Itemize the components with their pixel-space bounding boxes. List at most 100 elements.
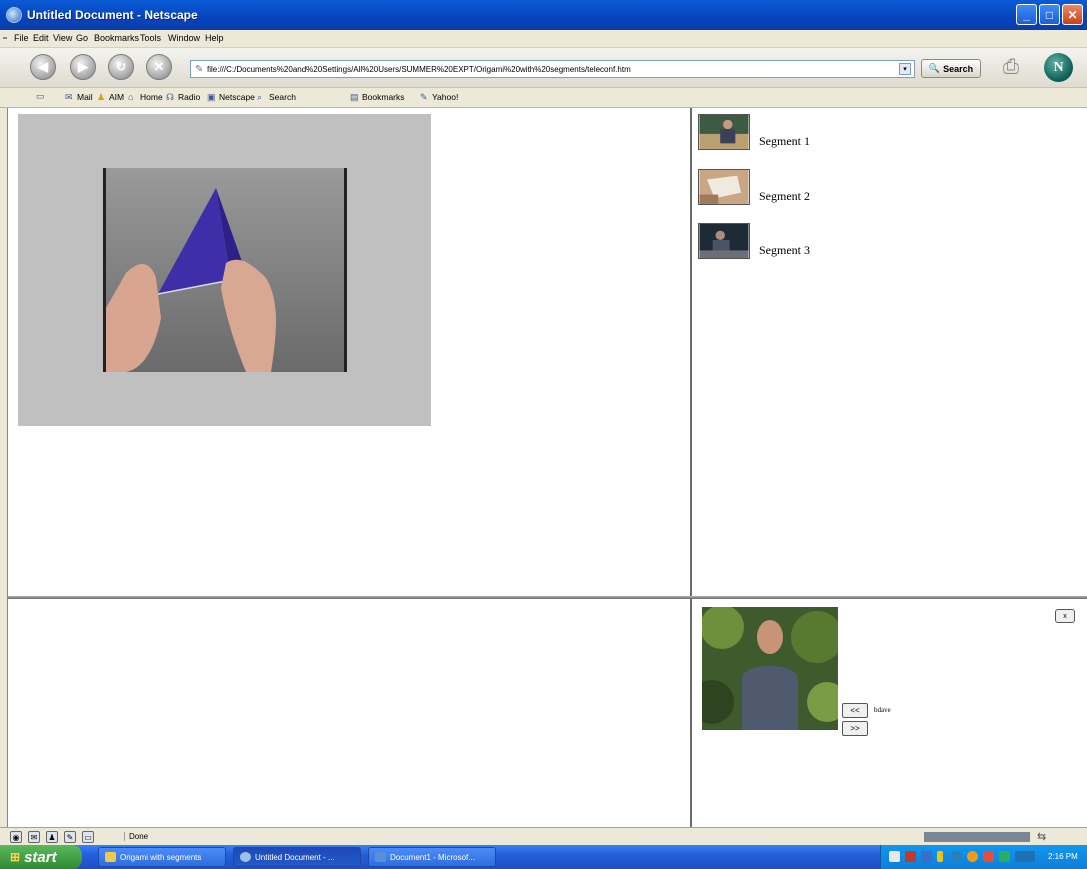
menu-help[interactable]: Help: [205, 33, 224, 43]
yahoo-icon: ✎: [420, 91, 428, 102]
tray-monitor-icon[interactable]: [921, 851, 932, 862]
search-icon: ⌕: [257, 91, 263, 102]
minimize-button[interactable]: _: [1016, 4, 1037, 25]
personal-item-tabs[interactable]: ▭: [36, 92, 46, 101]
personal-item-home[interactable]: ⌂ Home: [128, 92, 163, 102]
segment-item[interactable]: Segment 1: [698, 114, 998, 154]
back-button[interactable]: ◀: [30, 54, 56, 80]
menu-window[interactable]: Window: [168, 33, 200, 43]
segment-2-thumbnail[interactable]: [698, 169, 750, 205]
search-button[interactable]: 🔍 Search: [921, 59, 981, 78]
navigator-icon[interactable]: ◉: [10, 831, 22, 843]
task-label: Untitled Document - ...: [255, 852, 335, 862]
reload-button[interactable]: ↻: [108, 54, 134, 80]
tray-network-icon[interactable]: [905, 851, 916, 862]
composer-icon[interactable]: ✎: [64, 831, 76, 843]
menu-grip[interactable]: [3, 37, 7, 39]
status-bar: ◉ ✉ ♟ ✎ ▭ Done ⇆: [0, 827, 1087, 845]
tray-volume-icon[interactable]: [999, 851, 1010, 862]
personal-item-radio[interactable]: ☊ Radio: [166, 92, 200, 102]
next-button[interactable]: >>: [842, 721, 868, 736]
window-title: Untitled Document - Netscape: [27, 8, 198, 22]
segment-3-thumbnail[interactable]: [698, 223, 750, 259]
menu-tools[interactable]: Tools: [140, 33, 161, 43]
page-icon: ✎: [195, 64, 204, 75]
tray-pen-icon[interactable]: [889, 851, 900, 862]
netscape-app-icon: [6, 7, 22, 23]
mail-icon: ✉: [65, 91, 73, 102]
netscape-window: Untitled Document - Netscape _ □ ✕ File …: [0, 0, 1087, 869]
personal-item-yahoo[interactable]: ✎ Yahoo!: [420, 92, 458, 102]
close-button[interactable]: ✕: [1062, 4, 1083, 25]
title-bar[interactable]: Untitled Document - Netscape _ □ ✕: [0, 0, 1087, 30]
personal-item-netscape[interactable]: ▣ Netscape: [207, 92, 255, 102]
participant-label: bdave: [874, 706, 891, 714]
tray-bulb-icon[interactable]: [937, 851, 943, 862]
task-word-document[interactable]: Document1 - Microsof...: [368, 847, 496, 867]
personal-item-label: Bookmarks: [362, 92, 405, 102]
address-book-icon[interactable]: ▭: [82, 831, 94, 843]
page-content: Segment 1 Segment 2 Segment 3 << bdave >…: [7, 108, 1087, 827]
video-player[interactable]: [18, 114, 431, 426]
start-label: start: [24, 848, 57, 866]
segment-item[interactable]: Segment 2: [698, 169, 998, 209]
aim-icon[interactable]: ♟: [46, 831, 58, 843]
start-button[interactable]: ⊞ start: [0, 845, 82, 869]
netscape-icon: ▣: [207, 91, 216, 102]
menu-edit[interactable]: Edit: [33, 33, 49, 43]
previous-button[interactable]: <<: [842, 703, 868, 718]
personal-item-label: Mail: [77, 92, 93, 102]
task-origami-folder[interactable]: Origami with segments: [98, 847, 226, 867]
segment-label[interactable]: Segment 1: [759, 134, 810, 149]
menu-view[interactable]: View: [53, 33, 72, 43]
clock[interactable]: 2:16 PM: [1048, 852, 1078, 861]
video-frame-main: [8, 108, 690, 596]
maximize-button[interactable]: □: [1039, 4, 1060, 25]
personal-item-search[interactable]: ⌕ Search: [257, 92, 296, 102]
status-text: Done: [124, 832, 148, 841]
menu-bookmarks[interactable]: Bookmarks: [94, 33, 139, 43]
progress-bar: [924, 832, 1030, 842]
tray-antivirus-icon[interactable]: [983, 851, 994, 862]
tray-sync-icon[interactable]: [951, 851, 962, 862]
netscape-logo[interactable]: N: [1044, 53, 1073, 82]
tray-security-icon[interactable]: [967, 851, 978, 862]
home-tab-icon: ▭: [36, 91, 45, 101]
personal-item-label: Netscape: [219, 92, 255, 102]
mail-icon[interactable]: ✉: [28, 831, 40, 843]
url-bar[interactable]: ✎ ▾: [190, 60, 915, 78]
personal-item-bookmarks[interactable]: ▤ Bookmarks: [350, 92, 405, 102]
personal-item-label: Search: [269, 92, 296, 102]
personal-item-label: Radio: [178, 92, 201, 102]
personal-item-label: AIM: [109, 92, 125, 102]
tray-messenger-icon[interactable]: [1015, 851, 1035, 862]
personal-item-label: Home: [140, 92, 163, 102]
personal-item-mail[interactable]: ✉ Mail: [65, 92, 93, 102]
speaker-video[interactable]: [702, 607, 838, 730]
bookmarks-icon: ▤: [350, 91, 359, 102]
menu-file[interactable]: File: [14, 33, 29, 43]
segment-label[interactable]: Segment 3: [759, 243, 810, 258]
teleconference-frame: << bdave >> x: [692, 599, 1087, 827]
radio-icon: ☊: [166, 91, 174, 102]
stop-button[interactable]: ✕: [146, 54, 172, 80]
print-icon[interactable]: ⎙: [1003, 56, 1019, 79]
task-netscape[interactable]: Untitled Document - ...: [233, 847, 361, 867]
segment-label[interactable]: Segment 2: [759, 189, 810, 204]
folder-icon: [105, 852, 116, 862]
url-dropdown-icon[interactable]: ▾: [899, 63, 911, 75]
personal-item-aim[interactable]: ♟ AIM: [97, 92, 124, 102]
menu-bar: File Edit View Go Bookmarks Tools Window…: [0, 30, 1087, 48]
segment-item[interactable]: Segment 3: [698, 223, 998, 263]
segment-1-thumbnail[interactable]: [698, 114, 750, 150]
url-input[interactable]: [207, 62, 897, 76]
system-tray: 2:16 PM: [880, 845, 1087, 869]
forward-button[interactable]: ▶: [70, 54, 96, 80]
close-video-button[interactable]: x: [1055, 609, 1075, 623]
navigation-toolbar: ◀ ▶ ↻ ✕ ✎ ▾ 🔍 Search ⎙ N: [0, 48, 1087, 88]
origami-video[interactable]: [103, 168, 347, 372]
search-button-label: Search: [943, 63, 974, 74]
connection-icon[interactable]: ⇆: [1037, 830, 1046, 843]
personal-item-label: Yahoo!: [432, 92, 459, 102]
menu-go[interactable]: Go: [76, 33, 88, 43]
